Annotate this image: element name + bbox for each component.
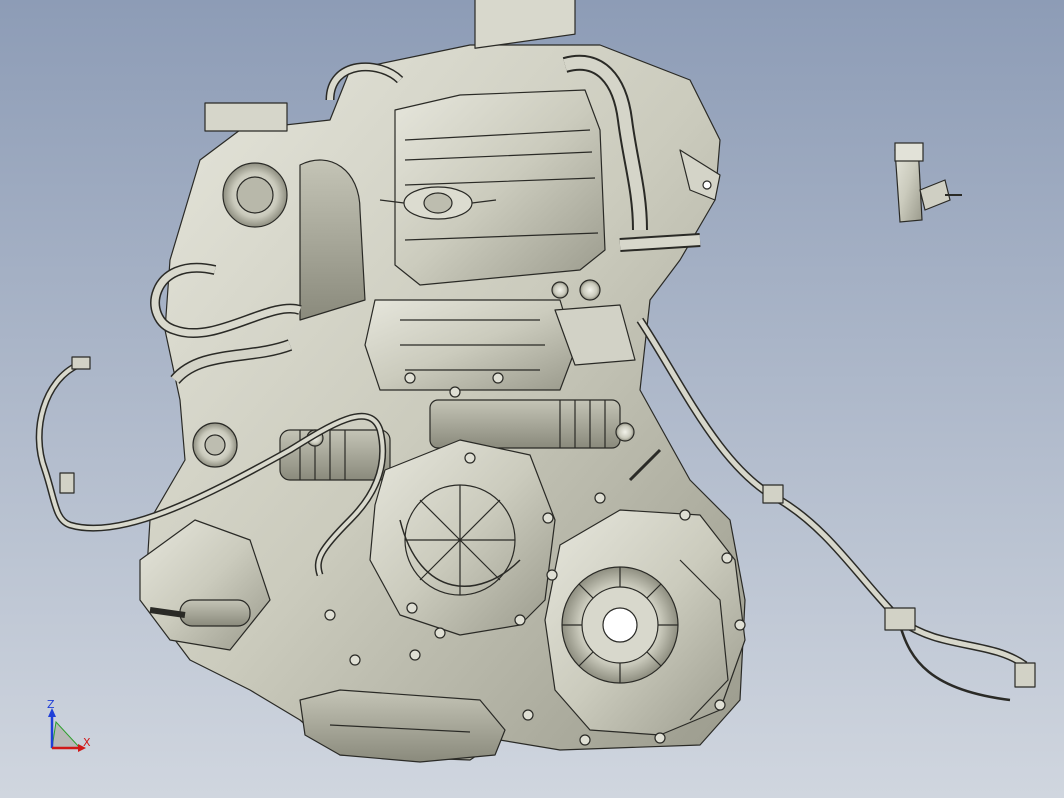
- oil-pan: [299, 689, 506, 763]
- x-axis-label: X: [83, 736, 91, 749]
- z-axis-label: Z: [47, 698, 55, 711]
- engine-model[interactable]: [35, 0, 1036, 763]
- detached-bracket-part[interactable]: [894, 142, 962, 223]
- triad-plane: [51, 720, 82, 749]
- coordinate-triad: Z X: [47, 698, 91, 752]
- cad-viewport[interactable]: Z X: [0, 0, 1064, 798]
